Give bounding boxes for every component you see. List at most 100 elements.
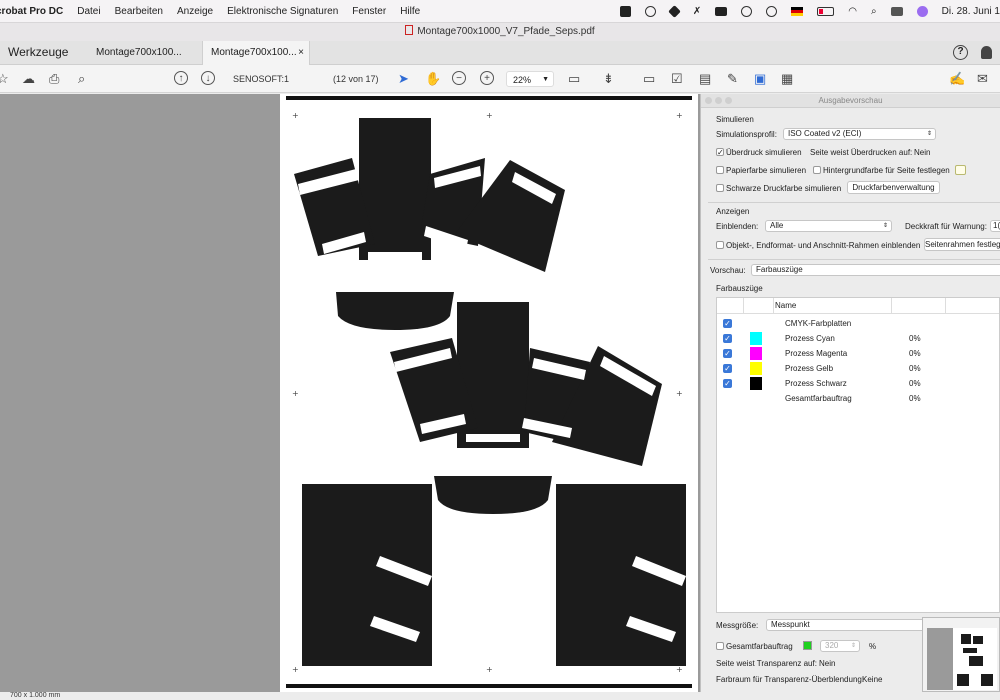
menu-app-name[interactable]: crobat Pro DC	[0, 6, 70, 17]
edit-pdf-icon[interactable]: ▦	[781, 71, 793, 87]
preview-select[interactable]: Farbauszüge	[751, 264, 1000, 276]
separation-row[interactable]: ✓ Prozess Schwarz 0%	[717, 376, 1000, 391]
color-swatch	[750, 332, 762, 345]
column-name-header[interactable]: Name	[775, 301, 796, 310]
separation-row[interactable]: Gesamtfarbauftrag 0%	[717, 391, 1000, 406]
star-icon[interactable]: ☆	[0, 71, 9, 87]
page-frames-button[interactable]: Seitenrahmen festleg	[924, 238, 1000, 251]
separation-name: Prozess Magenta	[785, 349, 848, 358]
zoom-out-icon[interactable]: −	[452, 71, 466, 85]
play-icon[interactable]	[766, 6, 778, 17]
separation-name: Prozess Schwarz	[785, 379, 847, 388]
ink-manager-button[interactable]: Druckfarbenverwaltung	[847, 181, 940, 194]
cloud-upload-icon[interactable]: ☁	[22, 71, 35, 87]
pdf-file-icon	[405, 25, 414, 35]
creative-cloud-icon[interactable]	[644, 6, 656, 17]
separation-name: Prozess Cyan	[785, 334, 835, 343]
close-button[interactable]	[705, 97, 712, 104]
opacity-field[interactable]: 1(	[990, 220, 1000, 232]
form-icon[interactable]: ☑	[671, 71, 683, 87]
zoom-select[interactable]: 22% ▼	[506, 71, 554, 87]
bg-color-checkbox[interactable]	[813, 166, 821, 174]
separation-row[interactable]: ✓ CMYK-Farbplatten	[717, 316, 1000, 331]
fit-page-icon[interactable]: ▭	[568, 71, 580, 87]
screen-icon[interactable]	[715, 7, 728, 16]
window-title: Montage700x1000_V7_Pfade_Seps.pdf	[417, 26, 595, 37]
profile-select[interactable]: ISO Coated v2 (ECI) ⇕	[783, 128, 936, 140]
highlight-pen-icon[interactable]: ✎	[727, 71, 738, 87]
close-tab-icon[interactable]: ×	[298, 41, 304, 65]
coverage-value-select[interactable]: 320 ⇕	[820, 640, 860, 652]
tab-tools[interactable]: Werkzeuge	[8, 45, 68, 59]
siri-icon[interactable]	[916, 6, 928, 17]
separations-table-header: Name	[717, 298, 999, 314]
tab-document-2[interactable]: Montage700x100... ×	[202, 41, 310, 65]
flag-de-icon[interactable]	[791, 7, 804, 16]
help-icon[interactable]: ?	[953, 45, 968, 60]
time-machine-icon[interactable]	[741, 6, 753, 17]
svg-text:+: +	[486, 111, 493, 120]
tab-document-1[interactable]: Montage700x100...	[88, 41, 192, 65]
zoom-button[interactable]	[725, 97, 732, 104]
separation-row[interactable]: ✓ Prozess Magenta 0%	[717, 346, 1000, 361]
separations-list: Name ✓ CMYK-Farbplatten ✓ Prozess Cyan 0% ✓ Pr…	[716, 297, 1000, 613]
cube-icon[interactable]	[668, 5, 681, 18]
column-divider	[891, 298, 892, 314]
svg-text:+: +	[486, 665, 493, 674]
pen-icon[interactable]: ✗	[693, 6, 701, 17]
zoom-out-search-icon[interactable]: ⌕	[78, 71, 85, 87]
page-label-field[interactable]: SENOSOFT:1	[228, 71, 328, 87]
comment-icon[interactable]: ▤	[699, 71, 711, 87]
svg-text:+: +	[676, 665, 683, 674]
separation-row[interactable]: ✓ Prozess Cyan 0%	[717, 331, 1000, 346]
sample-size-select[interactable]: Messpunkt	[766, 619, 926, 631]
scroll-mode-icon[interactable]: ⇟	[603, 71, 614, 87]
export-pdf-icon[interactable]: ▣	[754, 71, 766, 87]
separation-checkbox[interactable]: ✓	[723, 349, 732, 358]
separation-checkbox[interactable]: ✓	[723, 319, 732, 328]
svg-text:+: +	[676, 111, 683, 120]
zoom-in-icon[interactable]: +	[480, 71, 494, 85]
prev-page-icon[interactable]: ↑	[174, 71, 188, 85]
menu-anzeige[interactable]: Anzeige	[170, 6, 220, 17]
mail-icon[interactable]: ✉	[977, 71, 988, 87]
overprint-checkbox[interactable]: ✓	[716, 148, 724, 157]
battery-icon[interactable]	[817, 7, 835, 16]
coverage-color-swatch[interactable]	[803, 641, 812, 650]
sign-icon[interactable]: ✍	[949, 71, 965, 87]
spotlight-icon[interactable]: ⌕	[871, 6, 877, 17]
minimize-button[interactable]	[715, 97, 722, 104]
total-coverage-checkbox[interactable]	[716, 642, 724, 650]
frames-checkbox[interactable]	[716, 241, 724, 249]
bg-color-swatch[interactable]	[955, 165, 966, 175]
page-dimensions: 700 x 1.000 mm	[10, 692, 61, 699]
menu-hilfe[interactable]: Hilfe	[393, 6, 427, 17]
separation-checkbox[interactable]: ✓	[723, 334, 732, 343]
black-ink-checkbox[interactable]	[716, 184, 724, 192]
separation-checkbox[interactable]: ✓	[723, 364, 732, 373]
paper-color-checkbox[interactable]	[716, 166, 724, 174]
menu-fenster[interactable]: Fenster	[345, 6, 393, 17]
control-center-icon[interactable]	[890, 7, 903, 16]
menu-signaturen[interactable]: Elektronische Signaturen	[220, 6, 345, 17]
wifi-icon[interactable]: ◠	[848, 6, 857, 17]
hand-tool-icon[interactable]: ✋	[425, 71, 441, 87]
zoom-value: 22%	[513, 75, 532, 85]
measure-icon[interactable]: ▭	[643, 71, 655, 87]
print-icon[interactable]: ⎙	[49, 71, 59, 87]
separation-row[interactable]: ✓ Prozess Gelb 0%	[717, 361, 1000, 376]
coverage-value: 320	[825, 641, 839, 650]
notification-bell-icon[interactable]	[981, 46, 992, 59]
clock-text[interactable]: Di. 28. Juni 1	[942, 6, 1000, 17]
menu-bearbeiten[interactable]: Bearbeiten	[108, 6, 170, 17]
select-cursor-icon[interactable]: ➤	[398, 71, 409, 87]
show-select[interactable]: Alle ⇕	[765, 220, 892, 232]
next-page-icon[interactable]: ↓	[201, 71, 215, 85]
blend-space-label: Farbraum für Transparenz-Überblendung:	[716, 675, 865, 684]
chevron-down-icon: ▼	[542, 76, 549, 83]
navigator-thumbnail[interactable]	[922, 617, 1000, 692]
pdf-page[interactable]: + + + + + + + +	[280, 94, 698, 692]
menu-datei[interactable]: Datei	[70, 6, 107, 17]
separation-checkbox[interactable]: ✓	[723, 379, 732, 388]
bold-b-icon[interactable]	[619, 6, 631, 17]
